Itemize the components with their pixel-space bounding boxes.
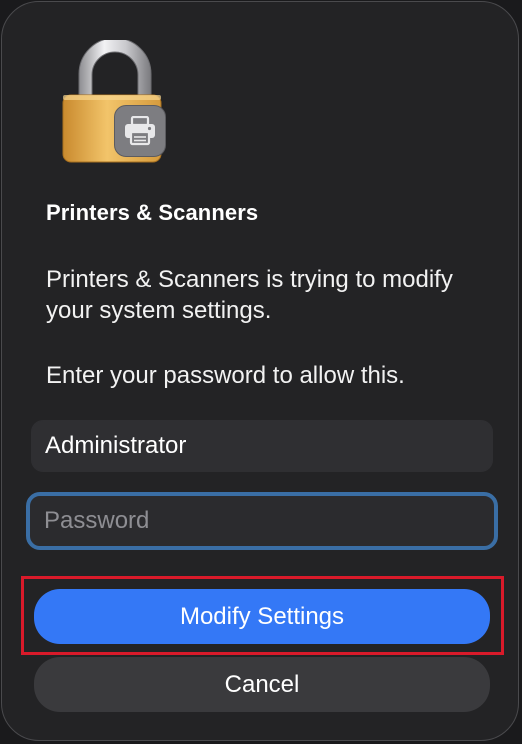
username-field[interactable]: [31, 420, 493, 472]
authorization-dialog: Printers & Scanners Printers & Scanners …: [1, 1, 519, 741]
cancel-button[interactable]: Cancel: [34, 657, 490, 712]
printer-icon: [114, 105, 166, 157]
dialog-message: Printers & Scanners is trying to modify …: [46, 266, 453, 324]
dialog-title: Printers & Scanners: [46, 200, 259, 225]
password-prompt: Enter your password to allow this.: [46, 362, 405, 389]
modify-settings-button[interactable]: Modify Settings: [34, 589, 490, 644]
padlock-icon: [59, 40, 171, 164]
password-field[interactable]: [26, 492, 498, 550]
